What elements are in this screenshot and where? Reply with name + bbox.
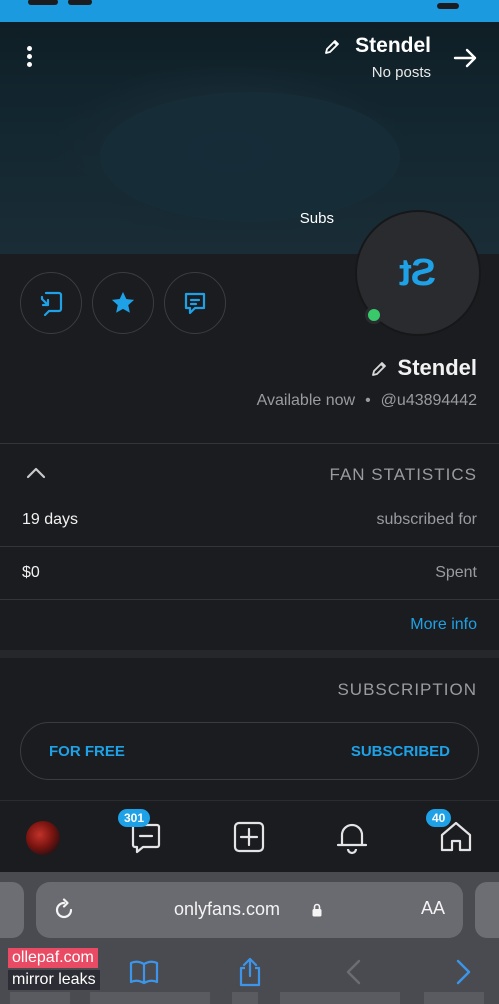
fan-statistics-title: FAN STATISTICS [329,465,477,484]
chat-icon [40,291,63,317]
star-icon [111,291,135,313]
status-bar-left [28,0,118,5]
reload-icon[interactable] [52,898,76,922]
add-favorite-button[interactable] [92,272,154,334]
status-bar [0,0,499,22]
stat-value: $0 [22,564,40,581]
tip-icon [184,292,206,315]
availability-status: Available now [256,392,356,409]
notifications-nav[interactable] [332,817,372,857]
user-avatar[interactable] [26,821,60,855]
cover-image [100,92,400,222]
watermark-line: mirror leaks [8,970,100,990]
divider [0,546,499,547]
watermark-line: ollepaf.com [8,948,98,968]
previous-tab[interactable] [0,882,24,938]
avatar[interactable]: St [355,210,481,336]
subscription-button[interactable]: SUBSCRIBED FOR FREE [20,722,479,780]
stat-label: subscribed for [376,511,478,528]
header-posts-count: No posts [371,64,431,81]
subs-label: Subs [299,210,334,227]
back-chevron-icon[interactable] [339,956,371,988]
subscription-status: SUBSCRIBED [350,743,450,760]
home-badge: 40 [426,809,452,827]
avatar-initials: St [400,251,436,294]
online-status-dot [365,306,383,324]
next-tab[interactable] [475,882,499,938]
url-text: onlyfans.com [174,899,281,919]
address-bar[interactable]: onlyfans.com AA [36,882,463,938]
home-nav[interactable]: 40 [426,809,476,857]
back-arrow-icon[interactable] [451,44,479,72]
profile-meta: Available now • @u43894442 [257,392,477,410]
bookmarks-icon[interactable] [128,956,160,988]
divider [0,443,499,444]
send-message-button[interactable] [20,272,82,334]
more-info-link[interactable]: More info [410,616,477,634]
bottom-nav: 301 40 [0,800,499,872]
messages-badge: 301 [118,809,151,827]
forward-chevron-icon[interactable] [446,956,478,988]
new-post-nav[interactable] [229,817,269,857]
subscription-title: SUBSCRIPTION [337,680,477,699]
status-bar-right [433,0,459,14]
obscured-text [0,992,499,1004]
section-separator [0,650,499,658]
stat-label: Spent [435,564,477,581]
text-size-button[interactable]: AA [421,898,445,919]
share-icon[interactable] [234,956,266,988]
chevron-up-icon[interactable] [26,466,46,480]
profile-handle: @u43894442 [380,392,477,409]
divider [0,599,499,600]
more-options-icon[interactable] [22,46,36,70]
subscription-price: FOR FREE [49,743,125,760]
edit-pencil-icon [325,40,339,54]
header-name: Stendel [355,34,431,57]
separator-dot: • [365,392,371,409]
stat-value: 19 days [22,511,79,528]
messages-nav[interactable]: 301 [118,809,166,857]
lock-icon [312,903,322,917]
profile-name: Stendel [397,355,477,380]
bell-icon [336,823,368,855]
tip-button[interactable] [164,272,226,334]
add-post-icon [233,821,265,853]
edit-pencil-icon [372,362,386,376]
